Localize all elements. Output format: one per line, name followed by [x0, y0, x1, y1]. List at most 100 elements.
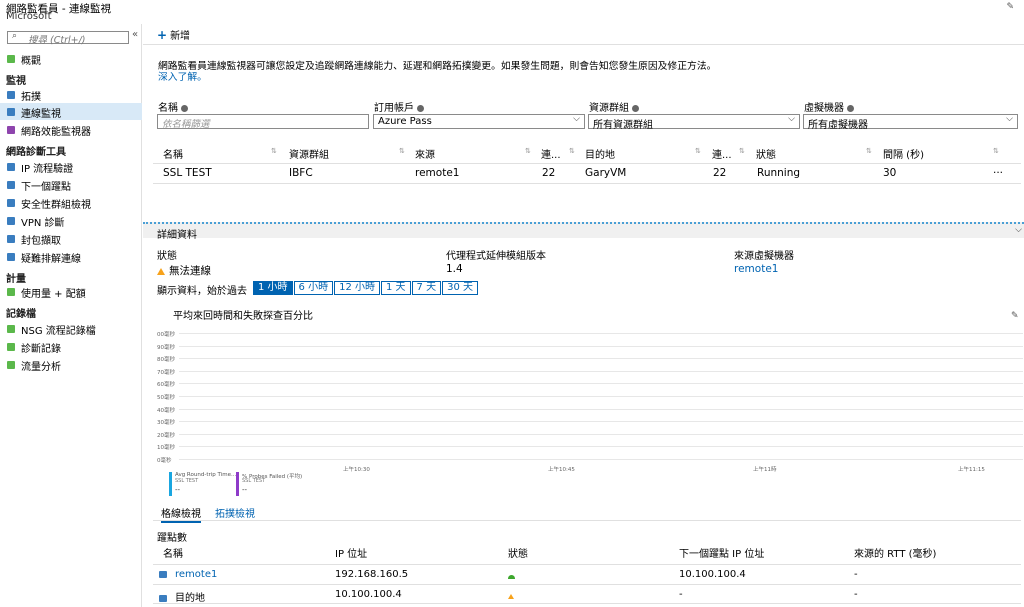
- sidebar-item-label: 診斷記錄: [21, 344, 61, 355]
- sort-icon[interactable]: ⇅: [271, 147, 277, 155]
- x-tick-label: 上午11時: [753, 467, 777, 473]
- toolbar-divider: [143, 44, 1024, 45]
- search-input[interactable]: ⌕ 搜尋 (Ctrl+/): [7, 31, 129, 46]
- hop-rtt: -: [854, 589, 858, 600]
- vm-dropdown[interactable]: 所有虛擬機器 ⌵: [803, 114, 1018, 131]
- chart-title: 平均來回時間和失敗探查百分比: [173, 311, 313, 322]
- table-row-divider: [153, 183, 1021, 184]
- vm-icon: [159, 571, 167, 578]
- cell-destination: GaryVM: [585, 167, 627, 179]
- sidebar-item[interactable]: 封包擷取: [0, 230, 142, 247]
- sort-icon[interactable]: ⇅: [695, 147, 701, 155]
- subscription-dropdown[interactable]: Azure Pass ⌵: [373, 114, 585, 129]
- sidebar-item[interactable]: 拓撲: [0, 86, 142, 103]
- x-tick-label: 上午11:15: [958, 467, 985, 473]
- column-header-source[interactable]: 來源: [415, 146, 435, 161]
- sidebar-item[interactable]: 概觀: [0, 50, 142, 67]
- sidebar: ⌕ 搜尋 (Ctrl+/) « 概觀 監視 拓撲 連線監視 網路效能監視器 網路診斷工具 I…: [0, 24, 142, 607]
- table-row[interactable]: remote1 192.168.160.5 10.100.100.4 -: [153, 564, 1021, 582]
- pin-icon[interactable]: ✎: [1006, 2, 1014, 12]
- hops-title: 躍點數: [157, 533, 187, 544]
- sidebar-item[interactable]: 下一個躍點: [0, 176, 142, 193]
- y-tick-label: 90毫秒: [157, 345, 175, 351]
- time-range-button[interactable]: 6 小時: [293, 281, 334, 295]
- vpn-icon: [7, 217, 15, 225]
- time-range-button[interactable]: 30 天: [442, 281, 478, 295]
- chevron-down-icon: ⌵: [573, 114, 580, 124]
- more-options-button[interactable]: ...: [993, 164, 1003, 176]
- sort-icon[interactable]: ⇅: [993, 147, 999, 155]
- sort-icon[interactable]: ⇅: [399, 147, 405, 155]
- column-header-destination-port[interactable]: 連...: [712, 146, 732, 161]
- security-group-icon: [7, 199, 15, 207]
- sidebar-item[interactable]: 疑難排解連線: [0, 248, 142, 265]
- sidebar-section-header: 監視: [6, 76, 26, 87]
- column-header-destination[interactable]: 目的地: [585, 146, 615, 161]
- sidebar-item[interactable]: 網路效能監視器: [0, 121, 142, 138]
- y-tick-label: 60毫秒: [157, 382, 175, 388]
- column-header-name[interactable]: 名稱: [163, 146, 183, 161]
- column-header-status[interactable]: 狀態: [756, 146, 776, 161]
- hops-header-name: 名稱: [163, 549, 183, 560]
- sidebar-item[interactable]: 診斷記錄: [0, 338, 142, 355]
- info-icon: [181, 104, 188, 112]
- time-range-button[interactable]: 1 天: [381, 281, 411, 295]
- ip-flow-icon: [7, 163, 15, 171]
- hop-rtt: -: [854, 569, 858, 580]
- status-value: 無法連線: [157, 263, 211, 278]
- y-tick-label: 70毫秒: [157, 370, 175, 376]
- chevron-down-icon[interactable]: ⌵: [1015, 225, 1022, 235]
- sidebar-item[interactable]: NSG 流程記錄檔: [0, 320, 142, 337]
- page-subtitle: Microsoft: [6, 11, 52, 22]
- vm-label: 虛擬機器: [804, 99, 854, 114]
- hop-next-ip: 10.100.100.4: [679, 569, 746, 580]
- hops-header-next-hop: 下一個躍點 IP 位址: [679, 549, 765, 560]
- status-label: 狀態: [157, 251, 177, 262]
- collapse-sidebar-button[interactable]: «: [132, 29, 138, 40]
- info-icon: [417, 104, 424, 112]
- sidebar-item[interactable]: VPN 診斷: [0, 212, 142, 229]
- tab-topology-view[interactable]: 拓撲檢視: [215, 505, 255, 520]
- table-row[interactable]: 目的地 10.100.100.4 - -: [153, 584, 1021, 604]
- name-filter-input[interactable]: 依名稱篩選: [157, 114, 369, 130]
- time-range-button[interactable]: 7 天: [411, 281, 442, 295]
- column-header-resource-group[interactable]: 資源群組: [289, 146, 329, 161]
- sidebar-item[interactable]: 使用量 + 配額: [0, 283, 142, 300]
- sidebar-item[interactable]: 連線監視: [0, 103, 142, 120]
- hop-status: [508, 590, 518, 601]
- sort-icon[interactable]: ⇅: [569, 147, 575, 155]
- sort-icon[interactable]: ⇅: [866, 147, 872, 155]
- legend-series-source: SSL TEST: [242, 478, 266, 484]
- pin-chart-icon[interactable]: ✎: [1011, 311, 1019, 321]
- connection-monitor-icon: [7, 108, 15, 116]
- source-vm-link[interactable]: remote1: [734, 263, 778, 275]
- column-header-source-port[interactable]: 連...: [541, 146, 561, 161]
- gridline: [179, 459, 1023, 460]
- column-header-interval[interactable]: 間隔 (秒): [883, 146, 924, 161]
- resource-group-dropdown[interactable]: 所有資源群組 ⌵: [588, 114, 800, 131]
- details-header[interactable]: 詳細資料 ⌵: [143, 222, 1024, 241]
- legend-series-value: --: [242, 486, 248, 494]
- sidebar-item-label: 流量分析: [21, 362, 61, 373]
- sort-icon[interactable]: ⇅: [525, 147, 531, 155]
- time-range-button[interactable]: 12 小時: [334, 281, 380, 295]
- topology-icon: [7, 91, 15, 99]
- gridline: [179, 371, 1023, 372]
- sort-icon[interactable]: ⇅: [739, 147, 745, 155]
- y-tick-label: 10毫秒: [157, 445, 175, 451]
- source-vm-label: 來源虛擬機器: [734, 251, 794, 262]
- details-title: 詳細資料: [157, 230, 197, 241]
- add-button[interactable]: + 新增: [157, 27, 190, 42]
- cell-source-port: 22: [542, 167, 556, 179]
- gridline: [179, 446, 1023, 447]
- sidebar-item[interactable]: IP 流程驗證: [0, 158, 142, 175]
- sidebar-item[interactable]: 流量分析: [0, 356, 142, 373]
- sidebar-item[interactable]: 安全性群組檢視: [0, 194, 142, 211]
- gridline: [179, 333, 1023, 334]
- time-range-button[interactable]: 1 小時: [253, 281, 293, 295]
- packet-capture-icon: [7, 235, 15, 243]
- hop-name: 目的地: [159, 589, 205, 604]
- learn-more-link[interactable]: 深入了解。: [158, 69, 207, 83]
- sidebar-item-label: 安全性群組檢視: [21, 200, 91, 211]
- plus-icon: +: [157, 28, 168, 42]
